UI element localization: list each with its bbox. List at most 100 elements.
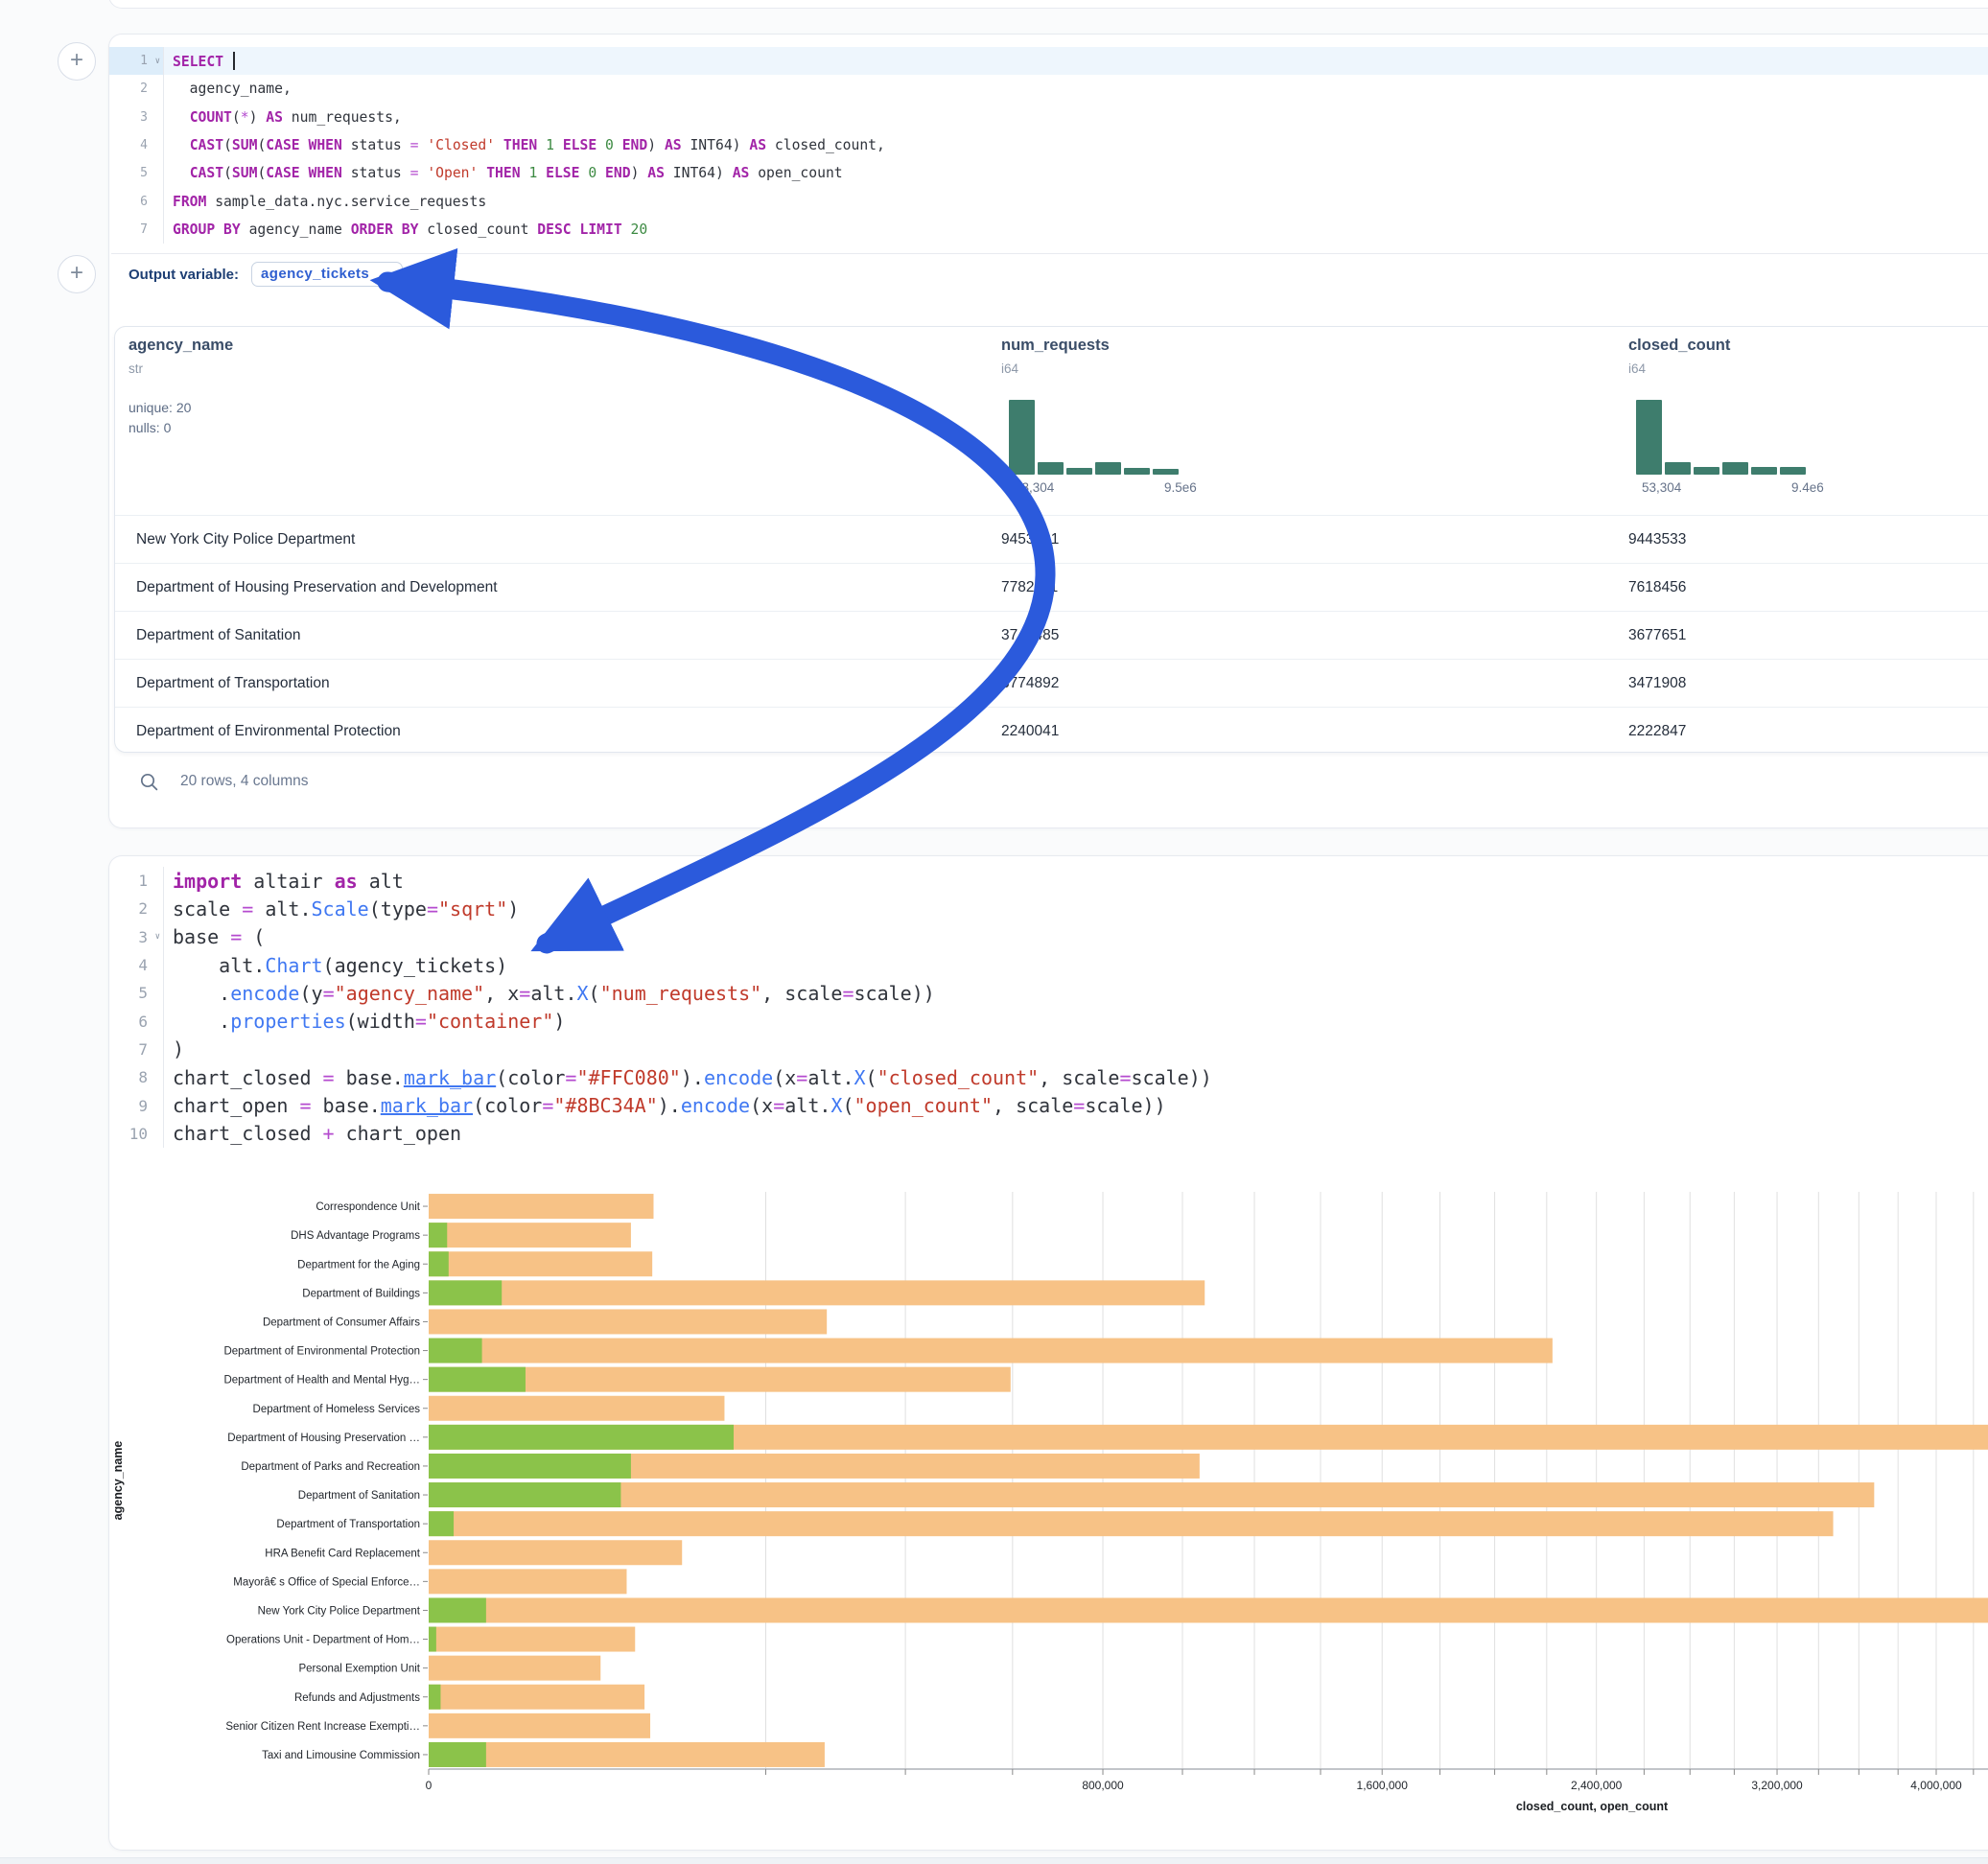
table-cell: 3774892 xyxy=(1001,660,1059,707)
table-cell: Department of Transportation xyxy=(136,660,330,707)
line-number: 4 xyxy=(109,131,164,159)
line-number: 4 xyxy=(109,951,164,979)
code-line: 5 CAST(SUM(CASE WHEN status = 'Open' THE… xyxy=(109,159,1988,187)
line-number: 1 xyxy=(109,867,164,895)
column-header-closed-count[interactable]: closed_count i64 53,304 9.4e6 xyxy=(1628,327,1878,515)
line-number: 6 xyxy=(109,187,164,215)
table-cell: 3677651 xyxy=(1628,612,1686,659)
code-line: 3∨base = ( xyxy=(109,923,1988,951)
svg-text:Department of Transportation: Department of Transportation xyxy=(276,1519,420,1530)
table-row[interactable]: Department of Environmental Protection 22… xyxy=(115,707,1988,755)
table-cell: 9443533 xyxy=(1628,516,1686,563)
svg-text:Department of Health and Menta: Department of Health and Mental Hyg… xyxy=(223,1375,420,1386)
table-cell: 2240041 xyxy=(1001,708,1059,755)
output-variable-chip[interactable]: agency_tickets xyxy=(251,262,403,287)
table-cell: Department of Housing Preservation and D… xyxy=(136,564,498,611)
svg-text:2,400,000: 2,400,000 xyxy=(1571,1779,1623,1792)
line-number: 5 xyxy=(109,979,164,1007)
line-number: 8 xyxy=(109,1063,164,1091)
table-cell: 9453131 xyxy=(1001,516,1059,563)
table-cell: Department of Sanitation xyxy=(136,612,300,659)
code-line: 1∨SELECT xyxy=(109,47,1988,75)
code-line: 6FROM sample_data.nyc.service_requests xyxy=(109,187,1988,215)
line-number: 5 xyxy=(109,159,164,187)
line-number: 2 xyxy=(109,895,164,922)
row-column-count: 20 rows, 4 columns xyxy=(180,773,309,790)
svg-text:Operations Unit - Department o: Operations Unit - Department of Hom… xyxy=(226,1635,420,1646)
svg-text:Department of Parks and Recrea: Department of Parks and Recreation xyxy=(241,1461,420,1473)
text-cursor xyxy=(233,52,235,70)
previous-cell-edge xyxy=(108,0,1988,9)
table-row[interactable]: Department of Transportation 3774892 34719… xyxy=(115,659,1988,707)
svg-text:Department of Homeless Service: Department of Homeless Services xyxy=(253,1404,421,1415)
table-cell: Department of Environmental Protection xyxy=(136,708,401,755)
sql-editor[interactable]: 1∨SELECT 2 agency_name,3 COUNT(*) AS num… xyxy=(109,47,1988,244)
chevron-down-icon[interactable]: ∨ xyxy=(155,57,160,66)
python-editor[interactable]: 1import altair as alt2scale = alt.Scale(… xyxy=(109,867,1988,1148)
svg-text:agency_name: agency_name xyxy=(111,1441,125,1521)
svg-text:Senior Citizen Rent Increase E: Senior Citizen Rent Increase Exempti… xyxy=(225,1721,420,1733)
column-type: str xyxy=(129,361,143,376)
histogram-min-label: 53,304 xyxy=(1015,480,1054,495)
histogram-num-requests xyxy=(1009,400,1183,475)
svg-text:Taxi and Limousine Commission: Taxi and Limousine Commission xyxy=(262,1750,420,1761)
column-name: agency_name xyxy=(129,337,233,355)
code-line: 2 agency_name, xyxy=(109,75,1988,103)
line-number: 7 xyxy=(109,1036,164,1063)
svg-text:3,200,000: 3,200,000 xyxy=(1751,1779,1803,1792)
svg-text:Correspondence Unit: Correspondence Unit xyxy=(316,1201,420,1213)
line-number: 1∨ xyxy=(109,47,164,75)
table-row[interactable]: Department of Sanitation 3749485 3677651 xyxy=(115,611,1988,659)
table-row[interactable]: Department of Housing Preservation and D… xyxy=(115,563,1988,611)
table-rows: New York City Police Department 9453131 94… xyxy=(115,515,1988,755)
add-cell-button-top[interactable]: + xyxy=(58,42,96,81)
column-stats: unique: 20 nulls: 0 xyxy=(129,398,191,438)
table-cell: 3471908 xyxy=(1628,660,1686,707)
code-line: 8chart_closed = base.mark_bar(color="#FF… xyxy=(109,1063,1988,1091)
notebook-page: + + 1∨SELECT 2 agency_name,3 COUNT(*) AS… xyxy=(0,0,1988,1864)
code-line: 2scale = alt.Scale(type="sqrt") xyxy=(109,895,1988,922)
svg-text:Department of Consumer Affairs: Department of Consumer Affairs xyxy=(263,1316,420,1328)
output-variable-label: Output variable: xyxy=(129,267,239,283)
table-cell: 2222847 xyxy=(1628,708,1686,755)
table-cell: 7618456 xyxy=(1628,564,1686,611)
result-table[interactable]: agency_name str unique: 20 nulls: 0 num_… xyxy=(114,326,1988,753)
code-line: 4 CAST(SUM(CASE WHEN status = 'Closed' T… xyxy=(109,131,1988,159)
line-number: 10 xyxy=(109,1120,164,1148)
cell-divider xyxy=(111,253,1988,254)
svg-text:0: 0 xyxy=(426,1779,433,1792)
table-row[interactable]: New York City Police Department 9453131 94… xyxy=(115,515,1988,563)
column-header-num-requests[interactable]: num_requests i64 53,304 9.5e6 xyxy=(1001,327,1251,515)
output-variable-row: Output variable: agency_tickets xyxy=(129,261,403,288)
line-number: 7 xyxy=(109,216,164,244)
svg-text:Refunds and Adjustments: Refunds and Adjustments xyxy=(294,1692,420,1704)
altair-bar-chart: Correspondence Unit DHS Advantage Program… xyxy=(0,1170,1988,1841)
svg-text:Department for the Aging: Department for the Aging xyxy=(297,1259,420,1270)
column-type: i64 xyxy=(1628,361,1646,376)
svg-text:800,000: 800,000 xyxy=(1082,1779,1124,1792)
svg-text:1,600,000: 1,600,000 xyxy=(1357,1779,1409,1792)
svg-text:4,000,000: 4,000,000 xyxy=(1910,1779,1962,1792)
svg-text:Department of Sanitation: Department of Sanitation xyxy=(298,1490,420,1502)
svg-text:DHS Advantage Programs: DHS Advantage Programs xyxy=(291,1230,420,1242)
line-number: 3 xyxy=(109,104,164,131)
svg-text:Department of Buildings: Department of Buildings xyxy=(302,1288,420,1299)
add-cell-button-output[interactable]: + xyxy=(58,255,96,293)
table-cell: 3749485 xyxy=(1001,612,1059,659)
column-name: closed_count xyxy=(1628,337,1730,355)
column-name: num_requests xyxy=(1001,337,1110,355)
table-cell: New York City Police Department xyxy=(136,516,355,563)
search-icon[interactable] xyxy=(139,772,159,792)
code-line: 5 .encode(y="agency_name", x=alt.X("num_… xyxy=(109,979,1988,1007)
code-line: 3 COUNT(*) AS num_requests, xyxy=(109,104,1988,131)
histogram-min-label: 53,304 xyxy=(1642,480,1681,495)
chevron-down-icon[interactable]: ∨ xyxy=(155,932,160,942)
code-line: 1import altair as alt xyxy=(109,867,1988,895)
code-line: 9chart_open = base.mark_bar(color="#8BC3… xyxy=(109,1091,1988,1119)
svg-text:New York City Police Departmen: New York City Police Department xyxy=(258,1605,421,1617)
svg-text:Personal Exemption Unit: Personal Exemption Unit xyxy=(298,1664,420,1675)
column-header-agency-name[interactable]: agency_name str unique: 20 nulls: 0 xyxy=(129,327,896,515)
table-footer: 20 rows, 4 columns xyxy=(114,759,309,804)
line-number: 2 xyxy=(109,75,164,103)
svg-text:Department of Housing Preserva: Department of Housing Preservation … xyxy=(227,1433,420,1444)
